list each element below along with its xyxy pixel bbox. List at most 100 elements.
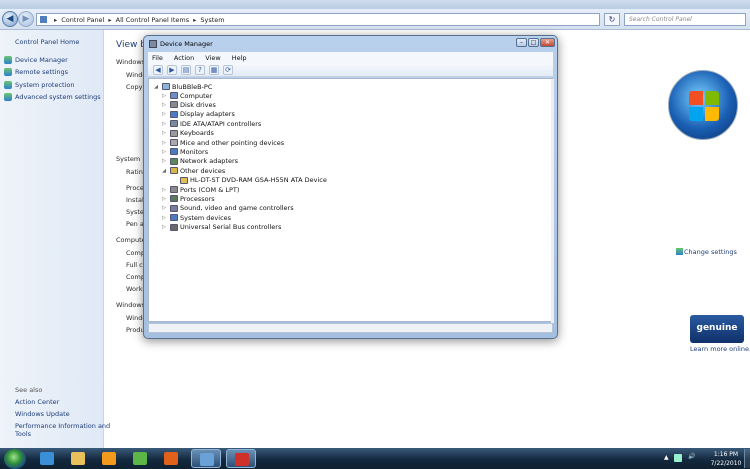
device-label: Network adapters <box>180 157 239 166</box>
learn-more-online-link[interactable]: Learn more online... <box>690 345 750 353</box>
breadcrumb-system[interactable]: System <box>200 16 224 24</box>
explorer-title-bar[interactable] <box>0 0 750 9</box>
clock[interactable]: 1:16 PM 7/22/2010 <box>706 450 746 468</box>
expand-arrow-icon[interactable]: ▷ <box>161 140 167 146</box>
device-category[interactable]: ▷ Keyboards <box>161 129 214 138</box>
device-category[interactable]: ▷ Computer <box>161 91 212 100</box>
device-icon <box>170 223 178 231</box>
properties-button[interactable]: ▦ <box>209 64 219 75</box>
taskbar-app-button[interactable] <box>32 449 62 468</box>
device-icon <box>170 101 178 109</box>
help-button[interactable]: ? <box>195 64 205 75</box>
scan-hardware-icon: ⟳ <box>225 65 231 74</box>
shield-icon <box>676 248 683 255</box>
scrollbar[interactable] <box>551 79 554 323</box>
device-category[interactable]: ▷ Mice and other pointing devices <box>161 138 284 147</box>
volume-icon[interactable]: 🔊 <box>688 453 695 460</box>
toolbar: ◀ ▶ ▤ ? ▦ ⟳ <box>148 63 553 77</box>
performance-information-link-line2[interactable]: Tools <box>15 430 31 438</box>
forward-button[interactable]: ▶ <box>167 64 177 75</box>
minimize-button[interactable]: – <box>516 38 527 47</box>
expand-arrow-icon[interactable]: ▷ <box>161 102 167 108</box>
taskbar-app-button[interactable] <box>156 449 186 468</box>
windows-update-link[interactable]: Windows Update <box>15 410 70 418</box>
search-input[interactable]: Search Control Panel <box>624 13 746 26</box>
flag-green <box>705 91 719 105</box>
device-category[interactable]: ▷ Processors <box>161 194 215 203</box>
network-icon[interactable] <box>674 454 682 462</box>
maximize-button[interactable]: □ <box>528 38 539 47</box>
breadcrumb-all-items[interactable]: All Control Panel Items <box>116 16 189 24</box>
maximize-icon: □ <box>530 39 537 46</box>
expand-arrow-icon[interactable]: ▷ <box>161 111 167 117</box>
show-desktop-button[interactable] <box>744 449 750 468</box>
menu-action[interactable]: Action <box>174 54 194 62</box>
expand-arrow-icon[interactable]: ▷ <box>161 93 167 99</box>
start-button[interactable] <box>4 449 26 469</box>
menu-view[interactable]: View <box>205 54 220 62</box>
action-center-link[interactable]: Action Center <box>15 398 59 406</box>
control-panel-home-link[interactable]: Control Panel Home <box>15 38 79 46</box>
device-category[interactable]: ▷ Sound, video and game controllers <box>161 204 294 213</box>
flag-yellow <box>705 107 719 121</box>
address-bar[interactable]: ▸ Control Panel ▸ All Control Panel Item… <box>36 13 600 26</box>
device-label: Computer <box>180 91 213 100</box>
taskbar-app-button[interactable] <box>226 449 256 468</box>
expand-arrow-icon[interactable]: ▷ <box>161 215 167 221</box>
expand-arrow-icon[interactable]: ▷ <box>161 158 167 164</box>
device-label: IDE ATA/ATAPI controllers <box>180 119 262 128</box>
device-icon <box>170 186 178 193</box>
taskbar-app-button[interactable] <box>63 449 93 468</box>
taskbar-app-button[interactable] <box>125 449 155 468</box>
remote-settings-link[interactable]: Remote settings <box>15 68 68 76</box>
device-category[interactable]: ▷ Network adapters <box>161 157 238 166</box>
expand-arrow-icon[interactable]: ▷ <box>161 121 167 127</box>
device-manager-link[interactable]: Device Manager <box>15 56 68 64</box>
device-category[interactable]: ▷ IDE ATA/ATAPI controllers <box>161 119 261 128</box>
back-button[interactable]: ◀ <box>2 11 18 27</box>
device-category[interactable]: ▷ Universal Serial Bus controllers <box>161 223 281 232</box>
device-category[interactable]: ▷ System devices <box>161 213 231 222</box>
performance-information-link[interactable]: Performance Information and <box>15 422 110 430</box>
expand-arrow-icon[interactable]: ▷ <box>161 224 167 230</box>
collapse-arrow-icon[interactable]: ◢ <box>161 168 167 174</box>
device-manager-window[interactable]: Device Manager – □ ✕ File Action View He… <box>143 35 558 339</box>
tree-root[interactable]: ◢ BluBBleB-PC <box>153 82 212 91</box>
collapse-arrow-icon[interactable]: ◢ <box>153 84 159 90</box>
help-icon: ? <box>198 65 202 74</box>
show-hidden-icons-icon[interactable]: ▲ <box>664 454 669 461</box>
expand-arrow-icon[interactable]: ▷ <box>161 149 167 155</box>
menu-file[interactable]: File <box>152 54 163 62</box>
breadcrumb-control-panel[interactable]: Control Panel <box>61 16 104 24</box>
breadcrumb-separator: ▸ <box>108 15 112 24</box>
taskbar-app-button[interactable] <box>191 449 221 468</box>
status-bar <box>148 323 553 333</box>
device-category[interactable]: ▷ Ports (COM & LPT) <box>161 185 239 194</box>
device-icon <box>170 148 178 156</box>
device-category[interactable]: ◢ Other devices <box>161 166 225 175</box>
close-button[interactable]: ✕ <box>540 38 555 47</box>
show-hide-tree-button[interactable]: ▤ <box>181 64 191 75</box>
device-category[interactable]: ▷ Disk drives <box>161 100 216 109</box>
device-tree[interactable]: ◢ BluBBleB-PC ▷ Computer ▷ Disk drives ▷ Disp… <box>148 78 554 323</box>
back-button[interactable]: ◀ <box>153 64 163 75</box>
refresh-button[interactable]: ↻ <box>604 13 620 26</box>
scan-hardware-button[interactable]: ⟳ <box>223 64 233 75</box>
device-label: Sound, video and game controllers <box>180 204 294 213</box>
expand-arrow-icon[interactable]: ▷ <box>161 205 167 211</box>
forward-button[interactable]: ▶ <box>18 11 34 27</box>
expand-arrow-icon[interactable]: ▷ <box>161 130 167 136</box>
change-settings-link[interactable]: Change settings <box>684 248 737 256</box>
expand-arrow-icon[interactable]: ▷ <box>161 187 167 193</box>
device-category[interactable]: HL-DT-ST DVD-RAM GSA-H55N ATA Device <box>171 176 327 185</box>
taskbar-app-button[interactable] <box>94 449 124 468</box>
see-also-heading: See also <box>15 386 43 394</box>
expand-arrow-icon[interactable]: ▷ <box>161 196 167 202</box>
device-icon <box>170 92 178 99</box>
device-icon <box>170 139 178 146</box>
system-protection-link[interactable]: System protection <box>15 81 75 89</box>
device-category[interactable]: ▷ Monitors <box>161 147 208 156</box>
advanced-system-settings-link[interactable]: Advanced system settings <box>15 93 101 101</box>
menu-help[interactable]: Help <box>232 54 247 62</box>
device-category[interactable]: ▷ Display adapters <box>161 110 235 119</box>
